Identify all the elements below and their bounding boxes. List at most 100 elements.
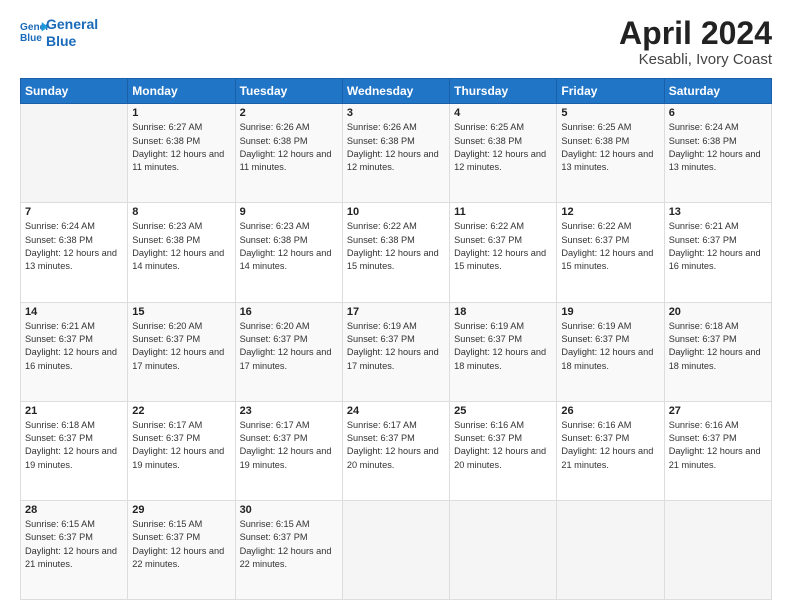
calendar-cell: 7 Sunrise: 6:24 AMSunset: 6:38 PMDaylight… — [21, 203, 128, 302]
day-info: Sunrise: 6:16 AMSunset: 6:37 PMDaylight:… — [669, 419, 767, 472]
day-number: 9 — [240, 206, 338, 218]
day-number: 15 — [132, 306, 230, 318]
calendar-cell: 25 Sunrise: 6:16 AMSunset: 6:37 PMDayligh… — [450, 401, 557, 500]
calendar-cell — [342, 500, 449, 599]
day-info: Sunrise: 6:17 AMSunset: 6:37 PMDaylight:… — [132, 419, 230, 472]
day-number: 11 — [454, 206, 552, 218]
day-info: Sunrise: 6:19 AMSunset: 6:37 PMDaylight:… — [561, 320, 659, 373]
day-info: Sunrise: 6:26 AMSunset: 6:38 PMDaylight:… — [240, 121, 338, 174]
title-block: April 2024 Kesabli, Ivory Coast — [619, 16, 772, 68]
calendar-cell: 28 Sunrise: 6:15 AMSunset: 6:37 PMDayligh… — [21, 500, 128, 599]
day-number: 16 — [240, 306, 338, 318]
subtitle: Kesabli, Ivory Coast — [619, 51, 772, 68]
day-number: 13 — [669, 206, 767, 218]
day-info: Sunrise: 6:19 AMSunset: 6:37 PMDaylight:… — [347, 320, 445, 373]
day-number: 21 — [25, 405, 123, 417]
day-info: Sunrise: 6:19 AMSunset: 6:37 PMDaylight:… — [454, 320, 552, 373]
calendar-cell — [664, 500, 771, 599]
calendar-cell: 19 Sunrise: 6:19 AMSunset: 6:37 PMDayligh… — [557, 302, 664, 401]
day-info: Sunrise: 6:15 AMSunset: 6:37 PMDaylight:… — [240, 518, 338, 571]
day-info: Sunrise: 6:20 AMSunset: 6:37 PMDaylight:… — [132, 320, 230, 373]
day-number: 26 — [561, 405, 659, 417]
day-number: 7 — [25, 206, 123, 218]
day-info: Sunrise: 6:26 AMSunset: 6:38 PMDaylight:… — [347, 121, 445, 174]
day-info: Sunrise: 6:24 AMSunset: 6:38 PMDaylight:… — [669, 121, 767, 174]
day-number: 20 — [669, 306, 767, 318]
day-info: Sunrise: 6:18 AMSunset: 6:37 PMDaylight:… — [25, 419, 123, 472]
page: General Blue General Blue April 2024 Kes… — [0, 0, 792, 612]
logo-blue: Blue — [46, 33, 98, 50]
weekday-header-friday: Friday — [557, 79, 664, 104]
day-info: Sunrise: 6:23 AMSunset: 6:38 PMDaylight:… — [132, 220, 230, 273]
day-info: Sunrise: 6:17 AMSunset: 6:37 PMDaylight:… — [347, 419, 445, 472]
day-number: 27 — [669, 405, 767, 417]
day-info: Sunrise: 6:22 AMSunset: 6:37 PMDaylight:… — [561, 220, 659, 273]
day-info: Sunrise: 6:23 AMSunset: 6:38 PMDaylight:… — [240, 220, 338, 273]
calendar-cell: 16Sunrise: 6:20 AMSunset: 6:37 PMDayligh… — [235, 302, 342, 401]
calendar-cell: 10Sunrise: 6:22 AMSunset: 6:38 PMDayligh… — [342, 203, 449, 302]
day-info: Sunrise: 6:18 AMSunset: 6:37 PMDaylight:… — [669, 320, 767, 373]
calendar-cell: 15 Sunrise: 6:20 AMSunset: 6:37 PMDayligh… — [128, 302, 235, 401]
day-number: 14 — [25, 306, 123, 318]
day-number: 24 — [347, 405, 445, 417]
day-number: 17 — [347, 306, 445, 318]
weekday-header-row: SundayMondayTuesdayWednesdayThursdayFrid… — [21, 79, 772, 104]
calendar-cell: 17 Sunrise: 6:19 AMSunset: 6:37 PMDayligh… — [342, 302, 449, 401]
main-title: April 2024 — [619, 16, 772, 51]
calendar-cell — [21, 104, 128, 203]
calendar-cell: 27 Sunrise: 6:16 AMSunset: 6:37 PMDayligh… — [664, 401, 771, 500]
calendar-cell — [450, 500, 557, 599]
calendar-cell: 9 Sunrise: 6:23 AMSunset: 6:38 PMDaylight… — [235, 203, 342, 302]
day-number: 30 — [240, 504, 338, 516]
calendar-cell: 4Sunrise: 6:25 AMSunset: 6:38 PMDaylight… — [450, 104, 557, 203]
calendar-cell: 30 Sunrise: 6:15 AMSunset: 6:37 PMDayligh… — [235, 500, 342, 599]
day-number: 22 — [132, 405, 230, 417]
day-info: Sunrise: 6:24 AMSunset: 6:38 PMDaylight:… — [25, 220, 123, 273]
calendar-cell: 24 Sunrise: 6:17 AMSunset: 6:37 PMDayligh… — [342, 401, 449, 500]
calendar-cell: 14 Sunrise: 6:21 AMSunset: 6:37 PMDayligh… — [21, 302, 128, 401]
day-number: 23 — [240, 405, 338, 417]
calendar-cell: 23 Sunrise: 6:17 AMSunset: 6:37 PMDayligh… — [235, 401, 342, 500]
logo: General Blue General Blue — [20, 16, 98, 50]
day-info: Sunrise: 6:25 AMSunset: 6:38 PMDaylight:… — [561, 121, 659, 174]
weekday-header-wednesday: Wednesday — [342, 79, 449, 104]
day-info: Sunrise: 6:15 AMSunset: 6:37 PMDaylight:… — [132, 518, 230, 571]
calendar-cell: 11 Sunrise: 6:22 AMSunset: 6:37 PMDayligh… — [450, 203, 557, 302]
weekday-header-saturday: Saturday — [664, 79, 771, 104]
calendar-cell: 1Sunrise: 6:27 AMSunset: 6:38 PMDaylight… — [128, 104, 235, 203]
week-row-1: 1Sunrise: 6:27 AMSunset: 6:38 PMDaylight… — [21, 104, 772, 203]
calendar-cell: 13Sunrise: 6:21 AMSunset: 6:37 PMDayligh… — [664, 203, 771, 302]
day-info: Sunrise: 6:15 AMSunset: 6:37 PMDaylight:… — [25, 518, 123, 571]
day-number: 8 — [132, 206, 230, 218]
day-info: Sunrise: 6:17 AMSunset: 6:37 PMDaylight:… — [240, 419, 338, 472]
day-number: 29 — [132, 504, 230, 516]
day-number: 4 — [454, 107, 552, 119]
calendar-cell: 8 Sunrise: 6:23 AMSunset: 6:38 PMDaylight… — [128, 203, 235, 302]
calendar-cell: 2Sunrise: 6:26 AMSunset: 6:38 PMDaylight… — [235, 104, 342, 203]
day-number: 10 — [347, 206, 445, 218]
day-number: 28 — [25, 504, 123, 516]
weekday-header-tuesday: Tuesday — [235, 79, 342, 104]
logo-general: General — [46, 16, 98, 33]
calendar-cell: 22 Sunrise: 6:17 AMSunset: 6:37 PMDayligh… — [128, 401, 235, 500]
day-number: 18 — [454, 306, 552, 318]
calendar-table: SundayMondayTuesdayWednesdayThursdayFrid… — [20, 78, 772, 600]
day-number: 19 — [561, 306, 659, 318]
day-info: Sunrise: 6:16 AMSunset: 6:37 PMDaylight:… — [454, 419, 552, 472]
day-number: 25 — [454, 405, 552, 417]
day-number: 6 — [669, 107, 767, 119]
week-row-5: 28 Sunrise: 6:15 AMSunset: 6:37 PMDayligh… — [21, 500, 772, 599]
weekday-header-monday: Monday — [128, 79, 235, 104]
day-info: Sunrise: 6:22 AMSunset: 6:37 PMDaylight:… — [454, 220, 552, 273]
day-info: Sunrise: 6:21 AMSunset: 6:37 PMDaylight:… — [25, 320, 123, 373]
week-row-3: 14 Sunrise: 6:21 AMSunset: 6:37 PMDayligh… — [21, 302, 772, 401]
day-number: 3 — [347, 107, 445, 119]
day-number: 12 — [561, 206, 659, 218]
calendar-cell: 18 Sunrise: 6:19 AMSunset: 6:37 PMDayligh… — [450, 302, 557, 401]
day-number: 5 — [561, 107, 659, 119]
calendar-cell: 21 Sunrise: 6:18 AMSunset: 6:37 PMDayligh… — [21, 401, 128, 500]
calendar-cell: 12 Sunrise: 6:22 AMSunset: 6:37 PMDayligh… — [557, 203, 664, 302]
calendar-cell: 29 Sunrise: 6:15 AMSunset: 6:37 PMDayligh… — [128, 500, 235, 599]
day-info: Sunrise: 6:16 AMSunset: 6:37 PMDaylight:… — [561, 419, 659, 472]
calendar-cell: 5 Sunrise: 6:25 AMSunset: 6:38 PMDaylight… — [557, 104, 664, 203]
